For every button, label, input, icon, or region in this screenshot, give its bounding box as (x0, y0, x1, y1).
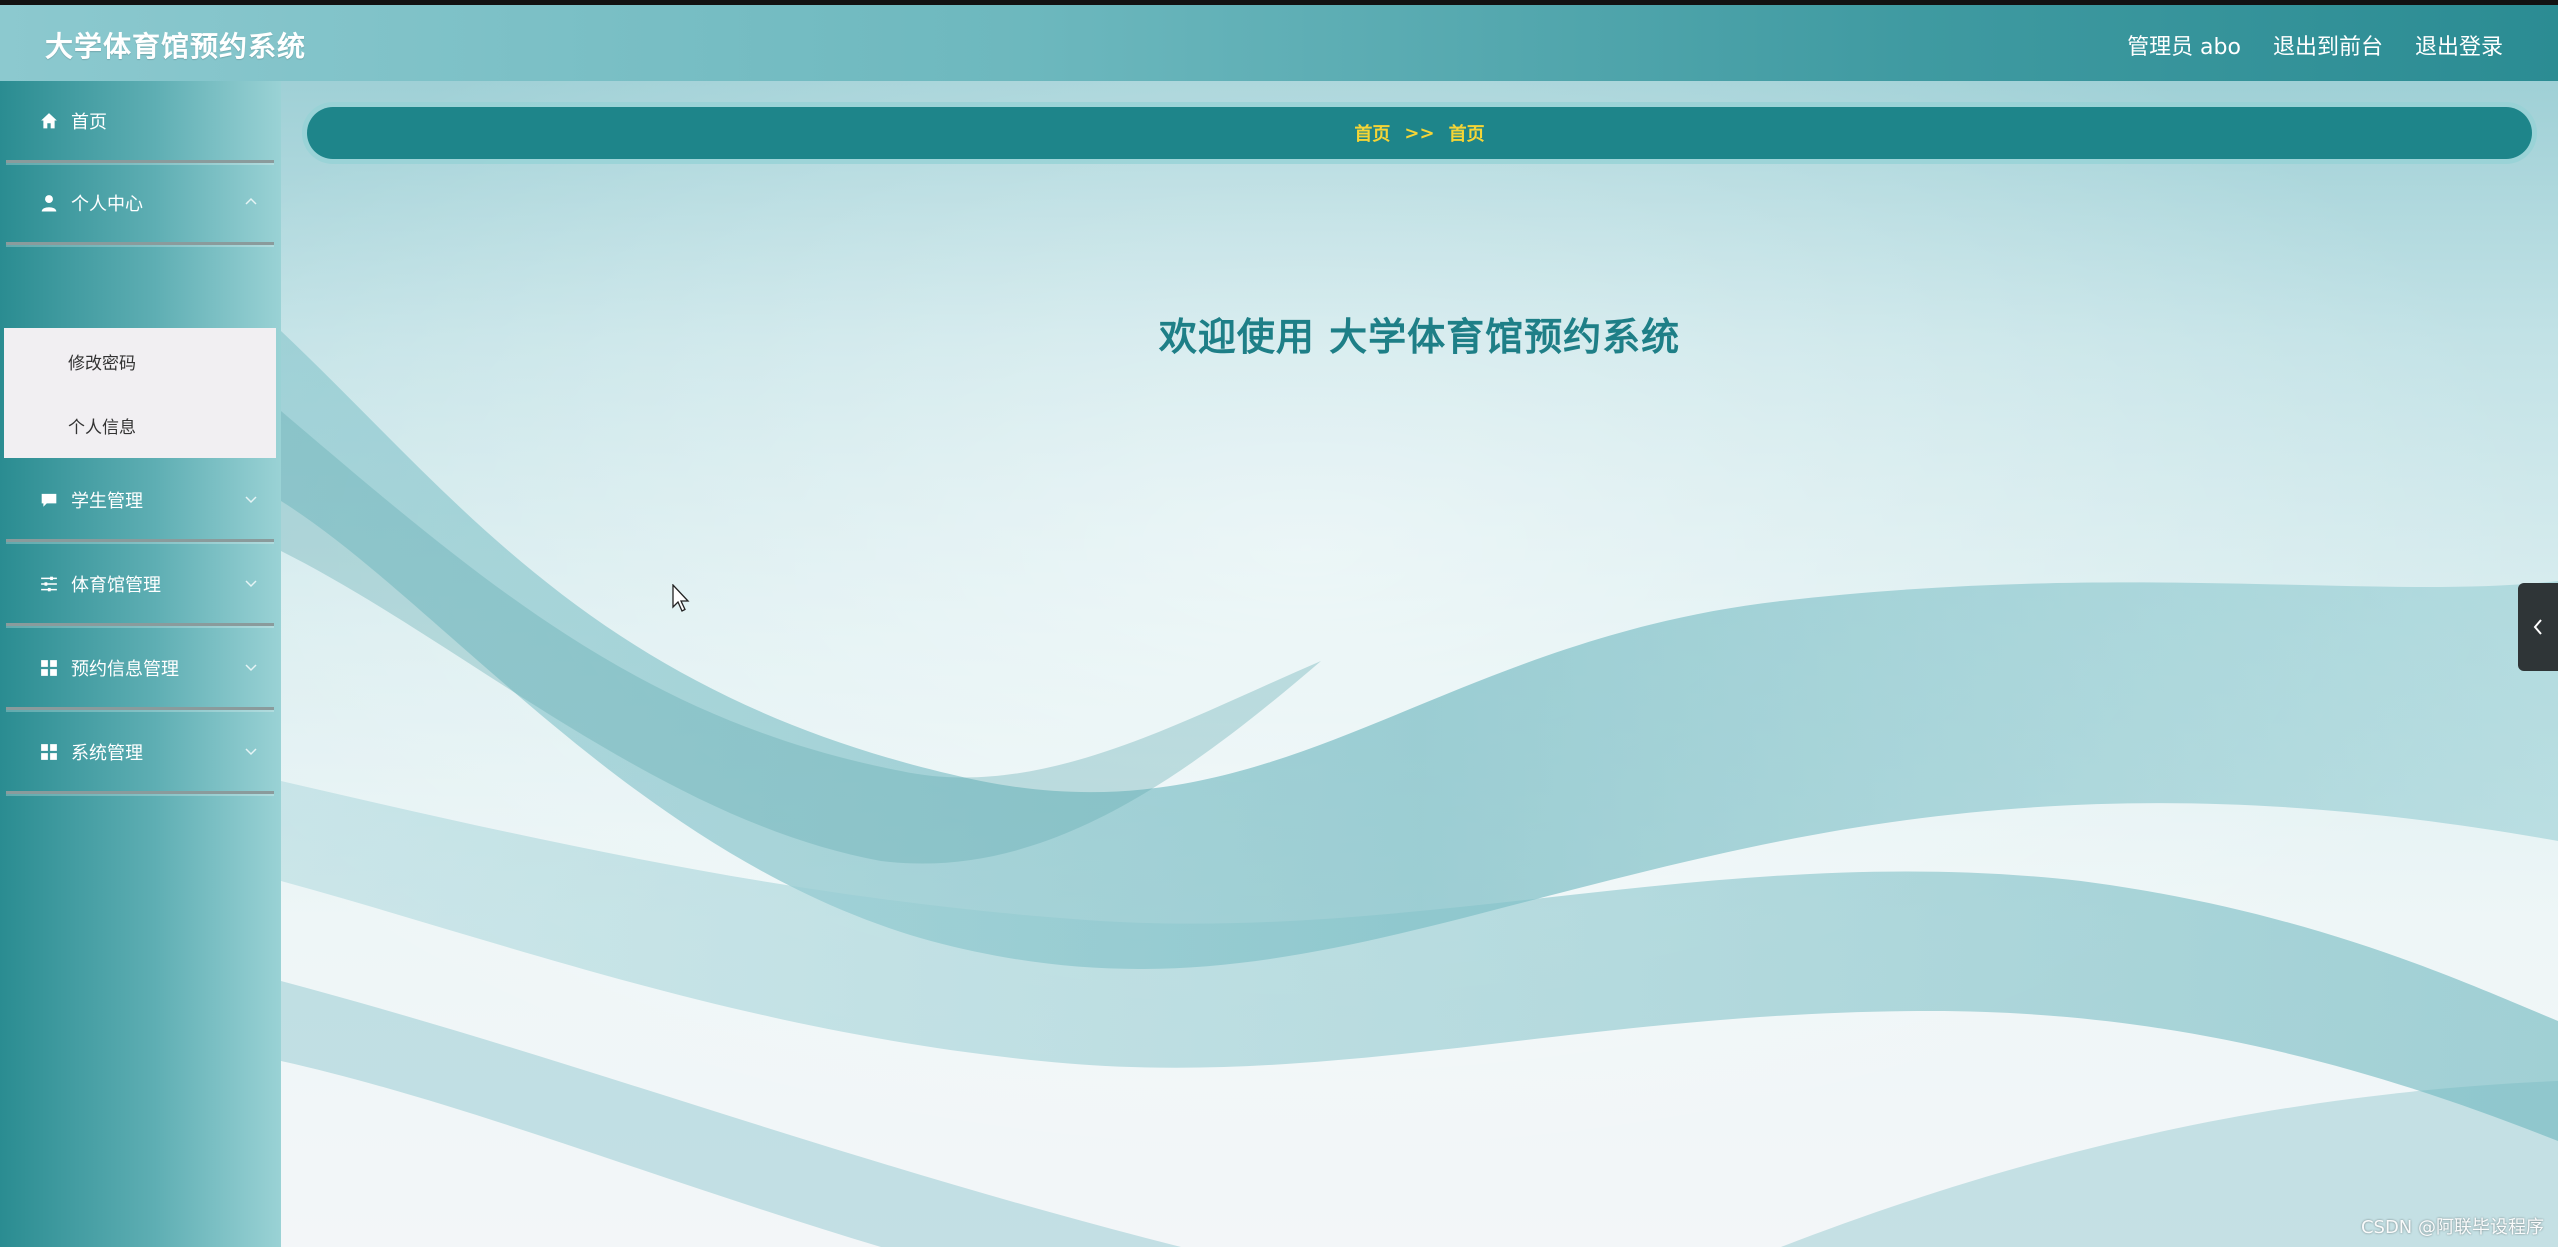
breadcrumb: 首页 >> 首页 (307, 107, 2532, 159)
personal-center-submenu: 修改密码 个人信息 (4, 328, 276, 458)
breadcrumb-item-current: 首页 (1448, 124, 1485, 145)
sidebar-item-label: 学生管理 (71, 490, 143, 512)
breadcrumb-separator: >> (1404, 122, 1435, 144)
main-content: 首页 >> 首页 欢迎使用 大学体育馆预约系统 (281, 81, 2558, 1247)
home-icon (39, 111, 59, 131)
sidebar-item-reservation-management[interactable]: 预约信息管理 (6, 628, 274, 710)
user-icon (39, 193, 59, 213)
chevron-down-icon (245, 748, 257, 756)
sidebar-item-label: 系统管理 (71, 742, 143, 764)
sidebar-item-personal-center[interactable]: 个人中心 (6, 163, 274, 245)
chat-icon (39, 490, 59, 510)
mouse-cursor-icon (672, 584, 690, 612)
sidebar-item-label: 预约信息管理 (71, 658, 179, 680)
header-actions: 管理员 abo 退出到前台 退出登录 (2127, 29, 2503, 61)
sidebar-item-home[interactable]: 首页 (6, 81, 274, 163)
logout-link[interactable]: 退出登录 (2415, 29, 2503, 61)
back-to-front-link[interactable]: 退出到前台 (2273, 29, 2383, 61)
chevron-left-icon (2533, 619, 2542, 635)
app-header: 大学体育馆预约系统 管理员 abo 退出到前台 退出登录 (0, 5, 2558, 81)
submenu-item-personal-info[interactable]: 个人信息 (4, 394, 276, 456)
app-title: 大学体育馆预约系统 (45, 30, 307, 63)
silk-wave-background (281, 81, 2558, 1247)
side-panel-toggle[interactable] (2518, 583, 2558, 671)
chevron-up-icon (245, 197, 257, 205)
current-user-label[interactable]: 管理员 abo (2127, 29, 2241, 61)
breadcrumb-item-home[interactable]: 首页 (1354, 120, 1390, 146)
chevron-down-icon (245, 664, 257, 672)
sidebar-item-label: 首页 (71, 111, 107, 133)
sidebar-item-gym-management[interactable]: 体育馆管理 (6, 544, 274, 626)
welcome-heading: 欢迎使用 大学体育馆预约系统 (1158, 315, 1681, 359)
sidebar-item-label: 体育馆管理 (71, 574, 161, 596)
grid-icon (39, 658, 59, 678)
sidebar: 首页 个人中心 修改密码 个人信息 学生管理 体育馆管理 预约信息管理 系统管理 (0, 81, 281, 1247)
chevron-down-icon (245, 580, 257, 588)
watermark: CSDN @阿联毕设程序 (2360, 1217, 2544, 1238)
chevron-down-icon (245, 496, 257, 504)
sidebar-item-system-management[interactable]: 系统管理 (6, 712, 274, 794)
sliders-icon (39, 574, 59, 594)
grid-icon (39, 742, 59, 762)
sidebar-item-label: 个人中心 (71, 193, 143, 215)
sidebar-item-student-management[interactable]: 学生管理 (6, 460, 274, 542)
submenu-item-change-password[interactable]: 修改密码 (4, 330, 276, 392)
